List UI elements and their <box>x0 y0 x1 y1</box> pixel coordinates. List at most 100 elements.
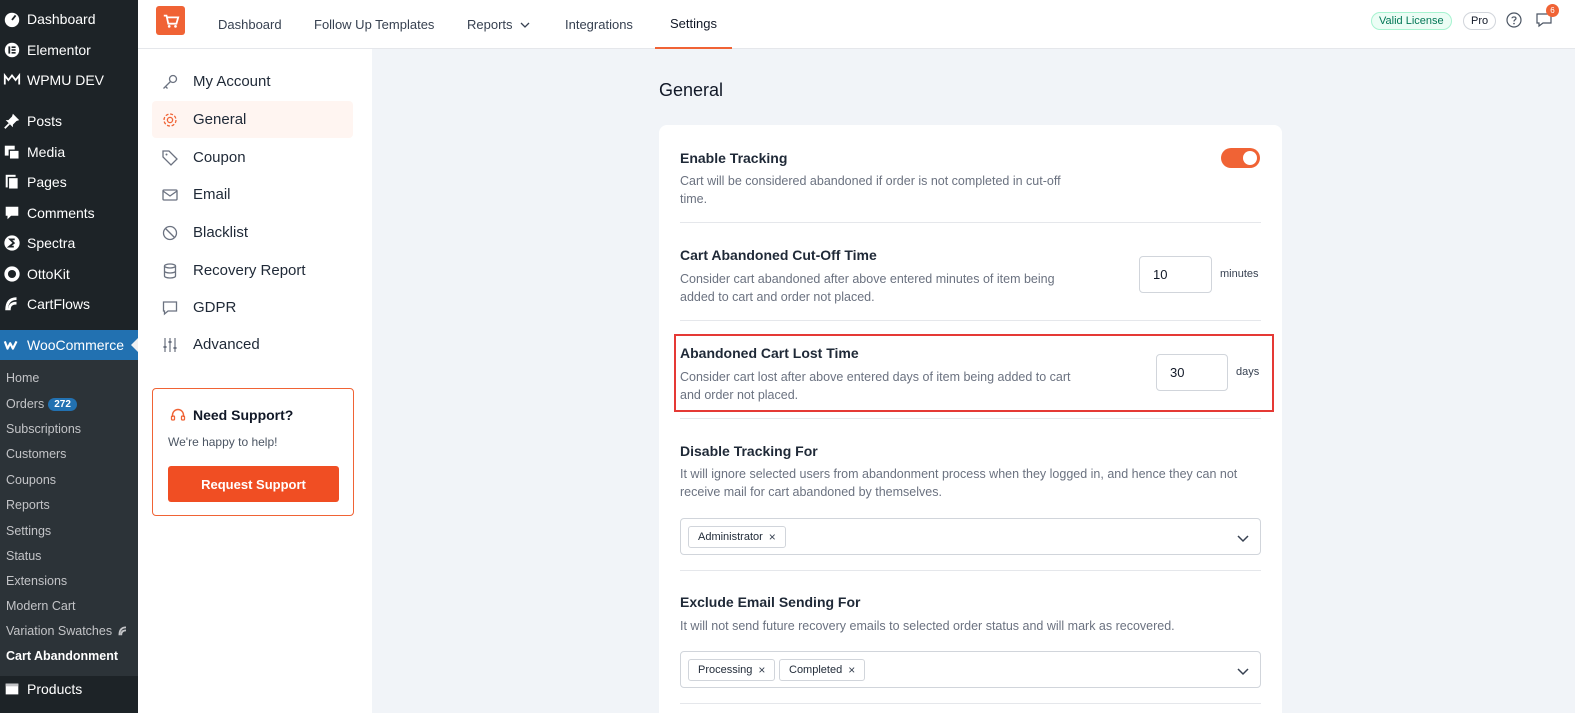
wp-menu-label: WooCommerce <box>27 337 124 353</box>
divider <box>680 320 1261 321</box>
submenu-coupons[interactable]: Coupons <box>6 471 56 489</box>
tag-icon <box>161 149 179 167</box>
wp-menu-woocommerce[interactable]: WooCommerce <box>0 330 139 360</box>
tab-dashboard[interactable]: Dashboard <box>218 0 282 49</box>
enable-tracking-title: Enable Tracking <box>680 150 788 166</box>
remove-tag-icon[interactable]: × <box>758 663 765 677</box>
wpmudev-icon <box>2 70 22 90</box>
exclude-email-title: Exclude Email Sending For <box>680 594 861 610</box>
cutoff-time-title: Cart Abandoned Cut-Off Time <box>680 247 877 263</box>
orders-count-badge: 272 <box>48 397 77 411</box>
exclude-email-desc-line1: It will not send future recovery emails … <box>680 619 1175 633</box>
wp-menu-label: WPMU DEV <box>27 72 104 88</box>
support-card: Need Support? We're happy to help! Reque… <box>152 388 354 516</box>
settings-nav-my-account[interactable]: My Account <box>152 63 353 100</box>
enable-tracking-desc-line2: time. <box>680 192 708 206</box>
wp-menu-label: Elementor <box>27 42 91 58</box>
enable-tracking-desc-line1: Cart will be considered abandoned if ord… <box>680 174 1061 188</box>
selected-tag: Processing × <box>688 659 776 681</box>
selected-tag: Administrator × <box>688 526 786 548</box>
pin-icon <box>2 111 22 131</box>
help-icon[interactable] <box>1506 12 1522 28</box>
submenu-extensions[interactable]: Extensions <box>6 572 67 590</box>
wp-menu-ottokit[interactable]: OttoKit <box>0 260 138 288</box>
settings-nav-coupon[interactable]: Coupon <box>152 139 353 176</box>
chat-icon <box>161 299 179 317</box>
settings-nav-gdpr[interactable]: GDPR <box>152 289 353 326</box>
divider <box>680 222 1261 223</box>
wp-menu-media[interactable]: Media <box>0 138 138 166</box>
settings-sidebar: My Account General Coupon Email Blacklis… <box>138 49 372 713</box>
cutoff-unit-label: minutes <box>1220 268 1259 280</box>
submenu-modern-cart[interactable]: Modern Cart <box>6 597 75 615</box>
wp-menu-pages[interactable]: Pages <box>0 168 138 196</box>
highlight-box <box>674 334 1274 412</box>
media-icon <box>2 142 22 162</box>
settings-nav-email[interactable]: Email <box>152 176 353 213</box>
settings-nav-advanced[interactable]: Advanced <box>152 326 353 363</box>
disable-tracking-select[interactable]: Administrator × <box>680 518 1261 555</box>
submenu-customers[interactable]: Customers <box>6 445 66 463</box>
submenu-home[interactable]: Home <box>6 369 39 387</box>
wp-menu-label: Media <box>27 144 66 160</box>
chevron-down-icon[interactable] <box>1236 531 1250 545</box>
submenu-subscriptions[interactable]: Subscriptions <box>6 420 81 438</box>
chevron-down-icon[interactable] <box>1236 664 1250 678</box>
cartflows-small-icon <box>117 625 129 637</box>
wp-menu-label: Comments <box>27 205 95 221</box>
wp-menu-comments[interactable]: Comments <box>0 199 138 227</box>
spectra-icon <box>2 233 22 253</box>
plugin-topbar: Dashboard Follow Up Templates Reports In… <box>138 0 1575 49</box>
elementor-icon <box>2 40 22 60</box>
remove-tag-icon[interactable]: × <box>769 530 776 544</box>
support-subtitle: We're happy to help! <box>168 435 278 449</box>
submenu-cart-abandonment[interactable]: Cart Abandonment <box>6 647 118 665</box>
wp-menu-spectra[interactable]: Spectra <box>0 229 138 257</box>
dashboard-icon <box>2 9 22 29</box>
tab-follow-up-templates[interactable]: Follow Up Templates <box>314 0 434 49</box>
cutoff-time-desc-line1: Consider cart abandoned after above ente… <box>680 272 1055 286</box>
tab-settings[interactable]: Settings <box>655 0 732 49</box>
sliders-icon <box>161 336 179 354</box>
submenu-variation-swatches[interactable]: Variation Swatches <box>6 622 129 640</box>
key-icon <box>161 73 179 91</box>
settings-nav-recovery-report[interactable]: Recovery Report <box>152 252 353 289</box>
wp-menu-label: Pages <box>27 174 67 190</box>
wp-menu-posts[interactable]: Posts <box>0 107 138 135</box>
divider <box>680 418 1261 419</box>
page-title: General <box>659 80 724 100</box>
comment-icon <box>2 203 22 223</box>
wp-menu-label: OttoKit <box>27 266 70 282</box>
wp-admin-sidebar: Dashboard Elementor WPMU DEV Posts Media… <box>0 0 139 713</box>
exclude-email-select[interactable]: Processing × Completed × <box>680 651 1261 688</box>
enable-tracking-toggle[interactable] <box>1221 148 1260 168</box>
cutoff-minutes-input[interactable] <box>1139 256 1212 293</box>
cart-logo-icon[interactable] <box>156 6 185 35</box>
wp-menu-cartflows[interactable]: CartFlows <box>0 290 138 318</box>
headset-icon <box>170 407 186 423</box>
woocommerce-submenu: Home Orders 272 Subscriptions Customers C… <box>0 360 138 676</box>
license-status-badge: Valid License <box>1371 12 1452 30</box>
wp-menu-elementor[interactable]: Elementor <box>0 36 138 64</box>
wp-menu-dashboard[interactable]: Dashboard <box>0 5 138 33</box>
wp-menu-products[interactable]: Products <box>0 675 138 703</box>
notification-count-badge: 6 <box>1546 4 1559 17</box>
submenu-reports[interactable]: Reports <box>6 496 50 514</box>
toggle-knob <box>1243 151 1257 165</box>
submenu-orders[interactable]: Orders 272 <box>6 395 77 413</box>
divider <box>680 570 1261 571</box>
mail-icon <box>161 186 179 204</box>
wp-menu-wpmudev[interactable]: WPMU DEV <box>0 66 138 94</box>
tab-integrations[interactable]: Integrations <box>565 0 633 49</box>
remove-tag-icon[interactable]: × <box>848 663 855 677</box>
submenu-settings[interactable]: Settings <box>6 522 51 540</box>
tab-reports[interactable]: Reports <box>467 0 531 49</box>
submenu-status[interactable]: Status <box>6 547 41 565</box>
request-support-button[interactable]: Request Support <box>168 466 339 502</box>
general-settings-card: Enable Tracking Cart will be considered … <box>659 125 1282 713</box>
settings-nav-general[interactable]: General <box>152 101 353 138</box>
wp-menu-label: Products <box>27 681 83 697</box>
gear-icon <box>161 111 179 129</box>
settings-nav-blacklist[interactable]: Blacklist <box>152 214 353 251</box>
disable-tracking-desc-line2: receive mail for cart abandoned by thems… <box>680 485 942 499</box>
